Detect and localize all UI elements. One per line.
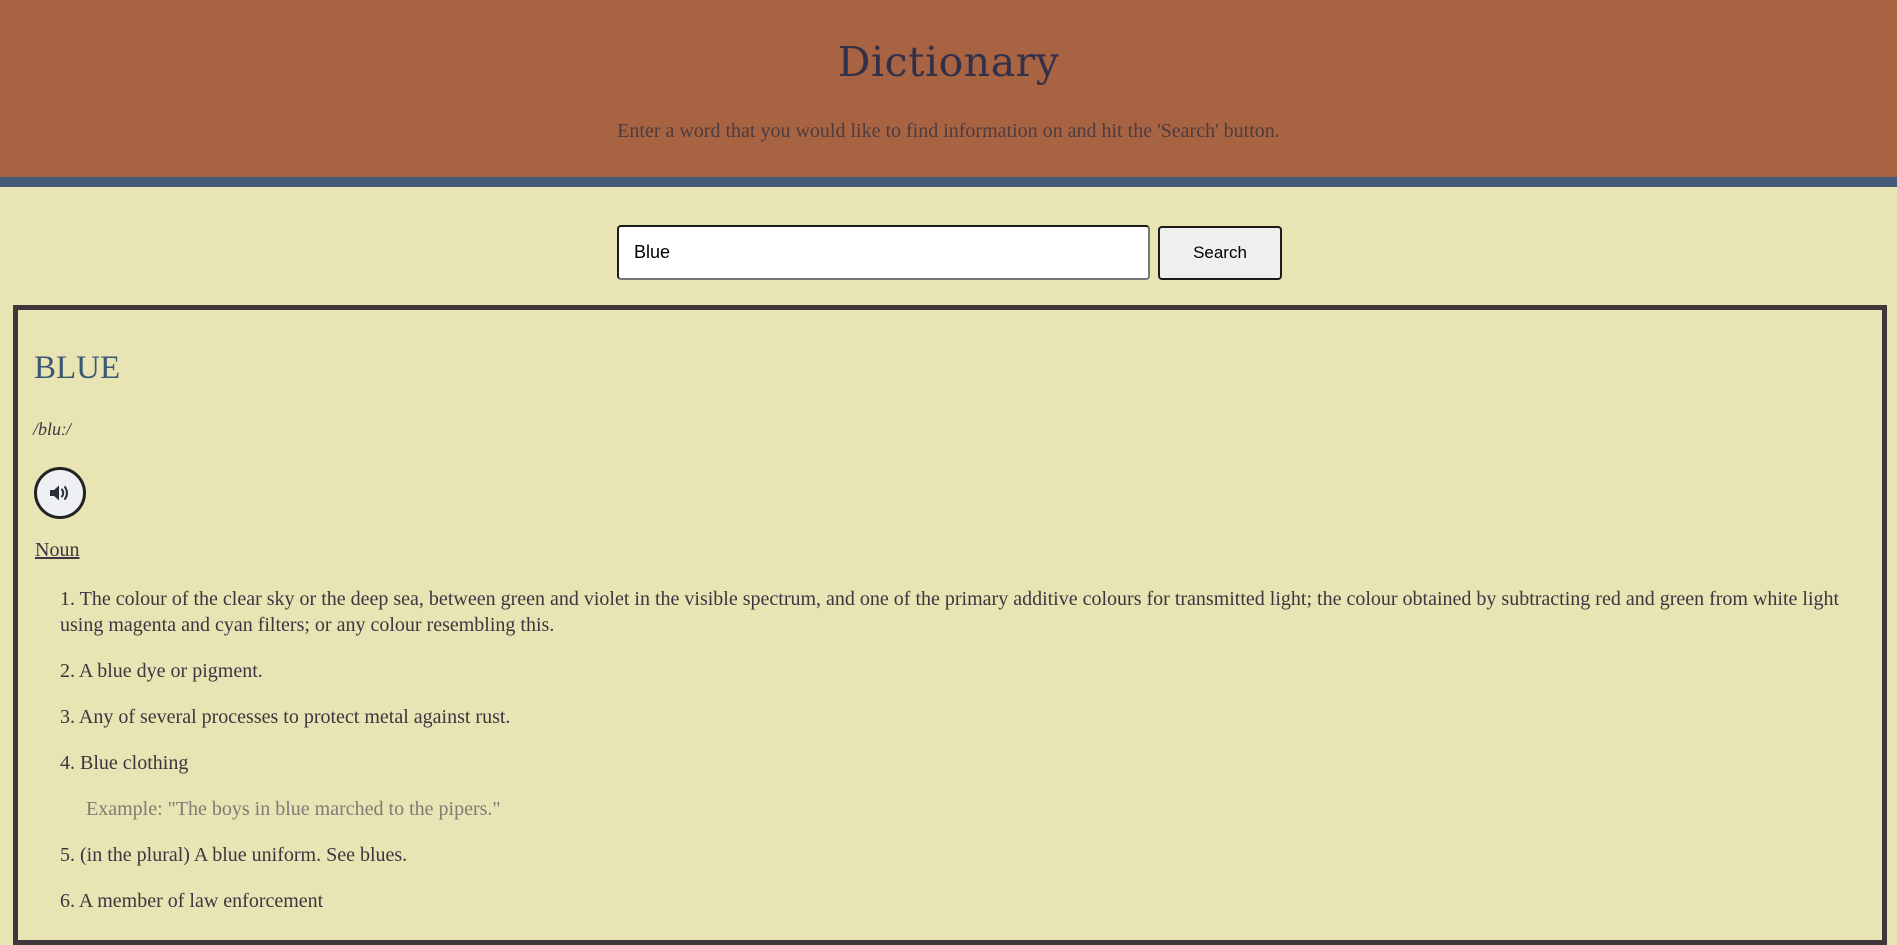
part-of-speech: Noun bbox=[35, 539, 80, 561]
definition-item: 6. A member of law enforcement bbox=[60, 888, 1880, 914]
result-panel: BLUE /bluː/ Noun 1. The colour of the cl… bbox=[13, 305, 1887, 945]
definition-text: 1. The colour of the clear sky or the de… bbox=[60, 588, 1840, 636]
word-title: BLUE bbox=[34, 350, 121, 386]
definition-item: 4. Blue clothing Example: "The boys in b… bbox=[60, 750, 1880, 822]
page-title: Dictionary bbox=[837, 38, 1060, 86]
phonetic-text: /bluː/ bbox=[33, 419, 72, 439]
definition-item: 2. A blue dye or pigment. bbox=[60, 658, 1880, 684]
play-pronunciation-button[interactable] bbox=[34, 467, 86, 519]
definition-text: 5. (in the plural) A blue uniform. See b… bbox=[60, 844, 408, 866]
definition-example: Example: "The boys in blue marched to th… bbox=[86, 798, 501, 820]
page-subtitle: Enter a word that you would like to find… bbox=[617, 120, 1280, 142]
definition-list: 1. The colour of the clear sky or the de… bbox=[60, 586, 1880, 934]
header-divider bbox=[0, 177, 1897, 187]
search-input[interactable] bbox=[617, 225, 1150, 280]
definition-text: 4. Blue clothing bbox=[60, 752, 189, 774]
search-button[interactable]: Search bbox=[1158, 226, 1282, 280]
definition-text: 3. Any of several processes to protect m… bbox=[60, 706, 511, 728]
definition-text: 2. A blue dye or pigment. bbox=[60, 660, 263, 682]
definition-item: 5. (in the plural) A blue uniform. See b… bbox=[60, 842, 1880, 868]
definition-item: 3. Any of several processes to protect m… bbox=[60, 704, 1880, 730]
definition-text: 6. A member of law enforcement bbox=[60, 890, 324, 912]
definition-item: 1. The colour of the clear sky or the de… bbox=[60, 586, 1880, 638]
speaker-icon bbox=[50, 485, 68, 501]
page-header: Dictionary Enter a word that you would l… bbox=[0, 0, 1897, 177]
